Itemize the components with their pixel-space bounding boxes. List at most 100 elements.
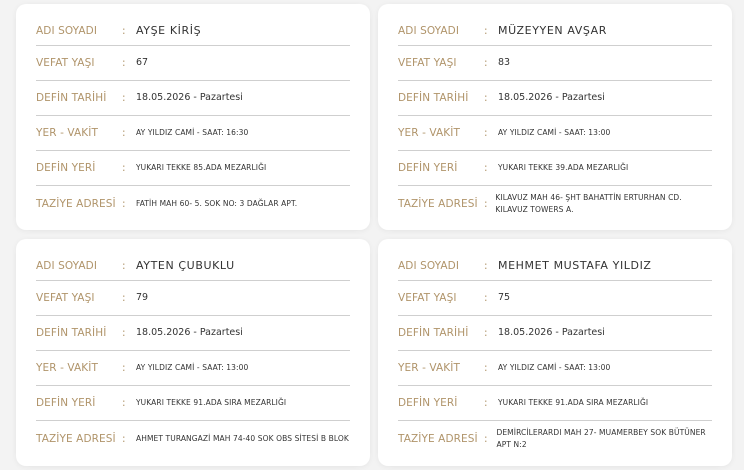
burial-place-label: DEFİN YERİ	[36, 397, 96, 409]
age-value: 75	[498, 292, 511, 303]
place-time-value: AY YILDIZ CAMİ - SAAT: 13:00	[136, 363, 249, 372]
name-label: ADI SOYADI	[36, 259, 98, 272]
condolence-address-value: KILAVUZ MAH 46- ŞHT BAHATTİN ERTURHAN CD…	[495, 192, 682, 214]
age-label: VEFAT YAŞI	[398, 57, 457, 69]
place-time-value: AY YILDIZ CAMİ - SAAT: 13:00	[498, 128, 611, 137]
colon: :	[122, 397, 126, 409]
colon: :	[122, 92, 126, 104]
place-time-row: YER - VAKİT : AY YILDIZ CAMİ - SAAT: 13:…	[398, 116, 712, 151]
burial-place-label: DEFİN YERİ	[36, 162, 96, 174]
colon: :	[122, 327, 126, 339]
colon: :	[484, 197, 488, 210]
burial-date-row: DEFİN TARİHİ : 18.05.2026 - Pazartesi	[36, 81, 350, 116]
burial-date-label: DEFİN TARİHİ	[36, 92, 107, 104]
condolence-address-label: TAZİYE ADRESİ	[398, 197, 478, 210]
colon: :	[122, 259, 126, 272]
name-label: ADI SOYADI	[398, 24, 460, 37]
burial-place-value: YUKARI TEKKE 39.ADA MEZARLIĞI	[498, 163, 629, 172]
name-row: ADI SOYADI : AYTEN ÇUBUKLU	[36, 251, 350, 281]
obituary-card: ADI SOYADI : AYTEN ÇUBUKLU VEFAT YAŞI : …	[16, 239, 370, 466]
age-value: 79	[136, 292, 149, 303]
colon: :	[484, 397, 488, 409]
condolence-address-value: FATİH MAH 60- 5. SOK NO: 3 DAĞLAR APT.	[136, 198, 298, 208]
burial-date-label: DEFİN TARİHİ	[398, 92, 469, 104]
age-row: VEFAT YAŞI : 79	[36, 281, 350, 316]
place-time-label: YER - VAKİT	[398, 127, 460, 139]
place-time-row: YER - VAKİT : AY YILDIZ CAMİ - SAAT: 13:…	[36, 351, 350, 386]
place-time-label: YER - VAKİT	[36, 127, 98, 139]
burial-date-label: DEFİN TARİHİ	[398, 327, 469, 339]
name-label: ADI SOYADI	[36, 24, 98, 37]
condolence-address-row: TAZİYE ADRESİ : DEMİRCİLERARDI MAH 27- M…	[398, 421, 712, 456]
age-row: VEFAT YAŞI : 83	[398, 46, 712, 81]
obituary-card: ADI SOYADI : MEHMET MUSTAFA YILDIZ VEFAT…	[378, 239, 732, 466]
condolence-address-label: TAZİYE ADRESİ	[398, 432, 478, 445]
burial-date-label: DEFİN TARİHİ	[36, 327, 107, 339]
condolence-address-row: TAZİYE ADRESİ : KILAVUZ MAH 46- ŞHT BAHA…	[398, 186, 712, 221]
age-label: VEFAT YAŞI	[36, 57, 95, 69]
colon: :	[484, 432, 488, 445]
colon: :	[484, 57, 488, 69]
burial-place-label: DEFİN YERİ	[398, 397, 458, 409]
name-row: ADI SOYADI : MÜZEYYEN AVŞAR	[398, 16, 712, 46]
burial-place-row: DEFİN YERİ : YUKARI TEKKE 85.ADA MEZARLI…	[36, 151, 350, 186]
colon: :	[122, 292, 126, 304]
burial-date-value: 18.05.2026 - Pazartesi	[498, 327, 605, 338]
name-value: MEHMET MUSTAFA YILDIZ	[498, 258, 652, 272]
burial-date-row: DEFİN TARİHİ : 18.05.2026 - Pazartesi	[398, 81, 712, 116]
place-time-value: AY YILDIZ CAMİ - SAAT: 13:00	[498, 363, 611, 372]
burial-place-value: YUKARI TEKKE 91.ADA SIRA MEZARLIĞI	[498, 398, 649, 407]
colon: :	[122, 362, 126, 374]
name-label: ADI SOYADI	[398, 259, 460, 272]
burial-place-row: DEFİN YERİ : YUKARI TEKKE 91.ADA SIRA ME…	[398, 386, 712, 421]
colon: :	[484, 92, 488, 104]
colon: :	[484, 162, 488, 174]
obituary-card: ADI SOYADI : MÜZEYYEN AVŞAR VEFAT YAŞI :…	[378, 4, 732, 230]
condolence-address-row: TAZİYE ADRESİ : AHMET TURANGAZİ MAH 74-4…	[36, 421, 350, 456]
place-time-row: YER - VAKİT : AY YILDIZ CAMİ - SAAT: 16:…	[36, 116, 350, 151]
burial-date-value: 18.05.2026 - Pazartesi	[136, 327, 243, 338]
age-value: 83	[498, 57, 511, 68]
age-label: VEFAT YAŞI	[398, 292, 457, 304]
burial-place-row: DEFİN YERİ : YUKARI TEKKE 91.ADA SIRA ME…	[36, 386, 350, 421]
colon: :	[484, 327, 488, 339]
colon: :	[122, 432, 126, 445]
name-row: ADI SOYADI : MEHMET MUSTAFA YILDIZ	[398, 251, 712, 281]
colon: :	[122, 57, 126, 69]
burial-place-label: DEFİN YERİ	[398, 162, 458, 174]
age-label: VEFAT YAŞI	[36, 292, 95, 304]
name-value: AYTEN ÇUBUKLU	[136, 258, 235, 272]
age-row: VEFAT YAŞI : 75	[398, 281, 712, 316]
place-time-value: AY YILDIZ CAMİ - SAAT: 16:30	[136, 128, 249, 137]
place-time-label: YER - VAKİT	[398, 362, 460, 374]
colon: :	[122, 162, 126, 174]
colon: :	[484, 127, 488, 139]
colon: :	[484, 259, 488, 272]
name-value: AYŞE KİRİŞ	[136, 23, 202, 37]
condolence-address-label: TAZİYE ADRESİ	[36, 197, 116, 210]
place-time-row: YER - VAKİT : AY YILDIZ CAMİ - SAAT: 13:…	[398, 351, 712, 386]
burial-place-value: YUKARI TEKKE 85.ADA MEZARLIĞI	[136, 163, 267, 172]
obituary-card: ADI SOYADI : AYŞE KİRİŞ VEFAT YAŞI : 67 …	[16, 4, 370, 230]
colon: :	[484, 362, 488, 374]
age-value: 67	[136, 57, 149, 68]
burial-date-row: DEFİN TARİHİ : 18.05.2026 - Pazartesi	[398, 316, 712, 351]
condolence-address-label: TAZİYE ADRESİ	[36, 432, 116, 445]
burial-place-value: YUKARI TEKKE 91.ADA SIRA MEZARLIĞI	[136, 398, 287, 407]
name-row: ADI SOYADI : AYŞE KİRİŞ	[36, 16, 350, 46]
burial-place-row: DEFİN YERİ : YUKARI TEKKE 39.ADA MEZARLI…	[398, 151, 712, 186]
name-value: MÜZEYYEN AVŞAR	[498, 23, 608, 37]
condolence-address-value: DEMİRCİLERARDI MAH 27- MUAMERBEY SOK BÜT…	[496, 427, 706, 449]
colon: :	[484, 292, 488, 304]
condolence-address-value: AHMET TURANGAZİ MAH 74-40 SOK OBS SİTESİ…	[136, 433, 349, 443]
burial-date-value: 18.05.2026 - Pazartesi	[498, 92, 605, 103]
burial-date-row: DEFİN TARİHİ : 18.05.2026 - Pazartesi	[36, 316, 350, 351]
colon: :	[122, 24, 126, 37]
colon: :	[484, 24, 488, 37]
colon: :	[122, 127, 126, 139]
condolence-address-row: TAZİYE ADRESİ : FATİH MAH 60- 5. SOK NO:…	[36, 186, 350, 221]
age-row: VEFAT YAŞI : 67	[36, 46, 350, 81]
place-time-label: YER - VAKİT	[36, 362, 98, 374]
burial-date-value: 18.05.2026 - Pazartesi	[136, 92, 243, 103]
colon: :	[122, 197, 126, 210]
